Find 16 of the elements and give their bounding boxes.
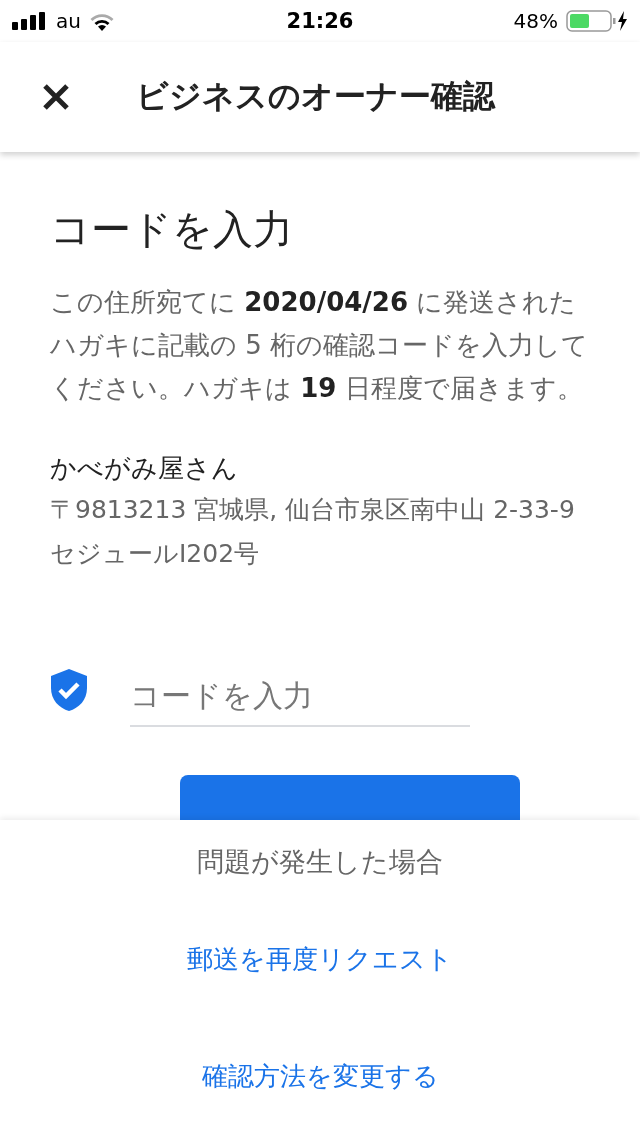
page-title: ビジネスのオーナー確認 (136, 76, 495, 117)
battery-percent: 48% (513, 9, 558, 33)
sheet-title: 問題が発生した場合 (197, 845, 443, 879)
close-icon (42, 83, 70, 111)
instruction-text: この住所宛てに 2020/04/26 に発送されたハガキに記載の 5 桁の確認コードを入力してください。ハガキは 19 日程度で届きます。 (50, 286, 590, 405)
battery-charging-icon (566, 10, 628, 32)
clock-time: 21:26 (286, 9, 354, 33)
business-name: かべがみ屋さん (50, 452, 239, 485)
action-link[interactable]: 確認方法を変更する (201, 1059, 439, 1094)
wifi-icon (88, 11, 115, 31)
section-heading: コードを入力 (50, 205, 294, 254)
action-link[interactable]: 郵送を再度リクエスト (187, 942, 453, 977)
business-address: 〒9813213 宮城県, 仙台市泉区南中山 2-33-9セジュールⅠ202号 (50, 494, 576, 570)
signal-icon (12, 12, 48, 30)
shield-check-icon (50, 668, 88, 712)
carrier-name: au (56, 9, 81, 33)
